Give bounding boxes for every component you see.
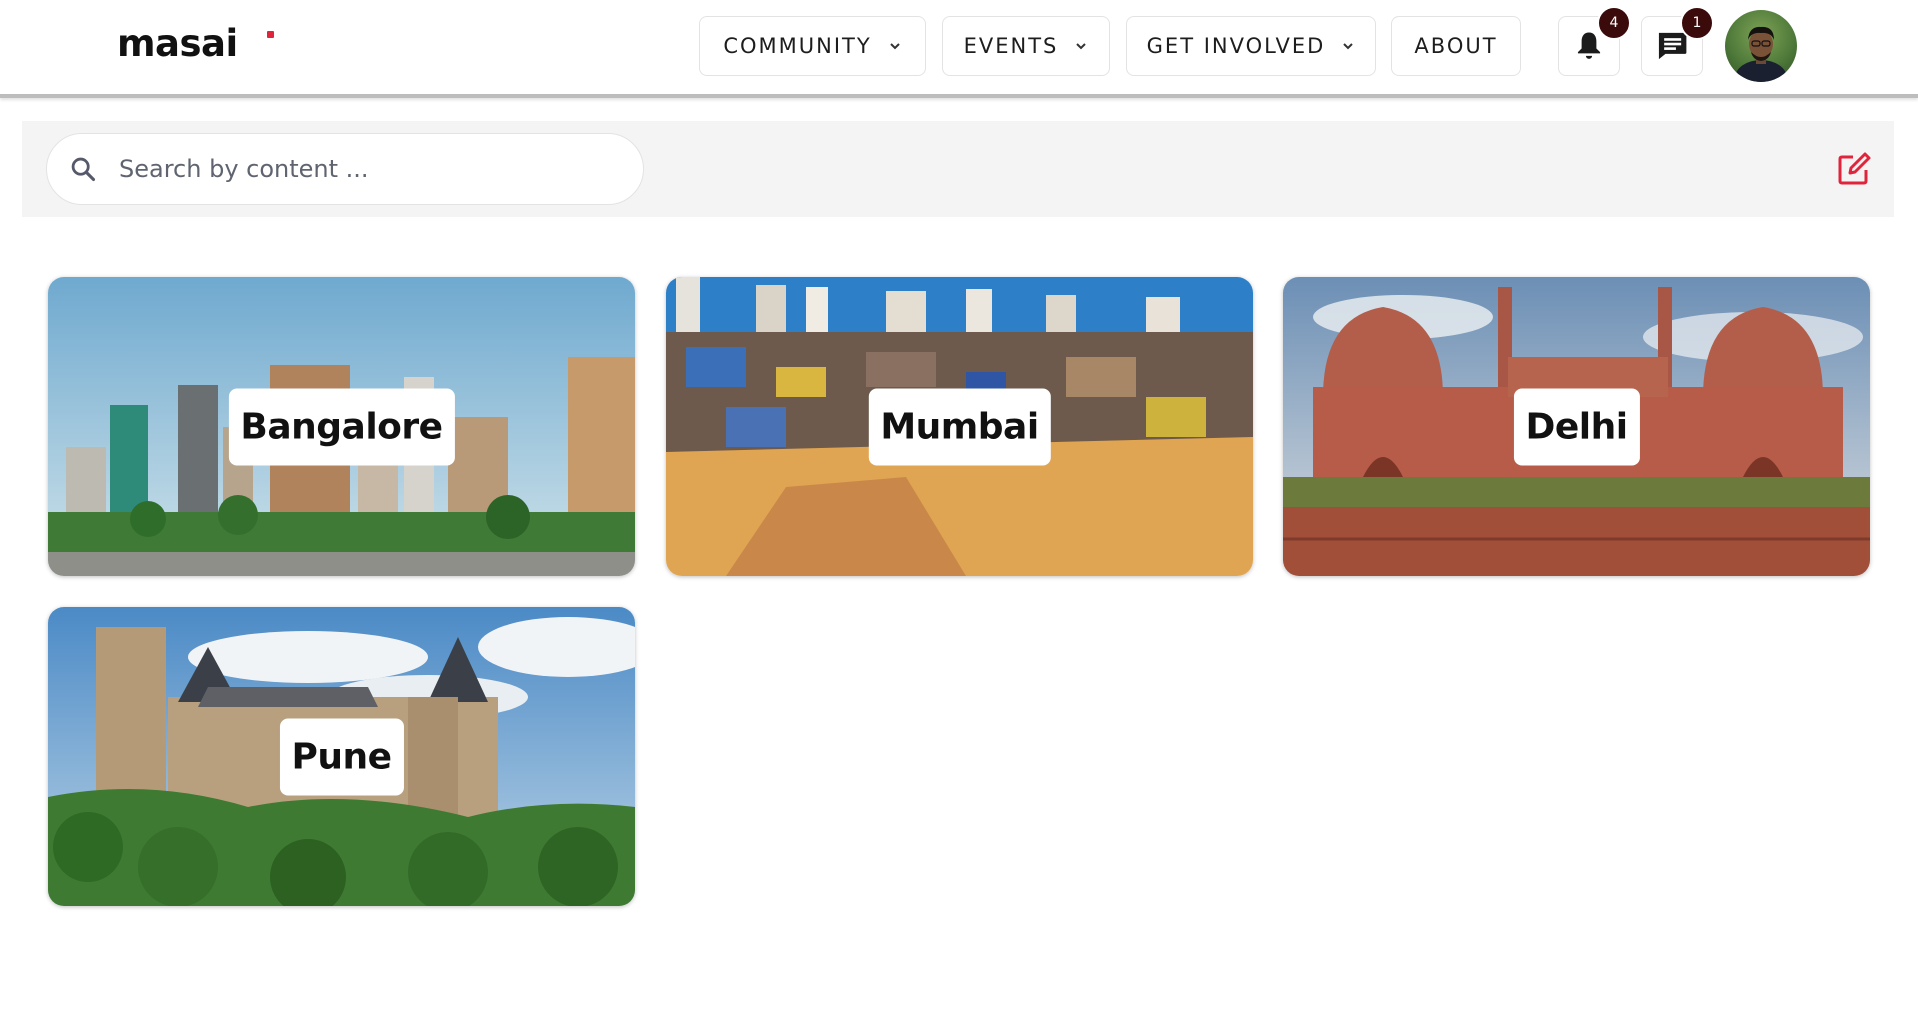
search-input[interactable] xyxy=(119,155,599,183)
search-icon xyxy=(71,157,96,182)
user-photo-icon xyxy=(1735,26,1787,82)
chevron-down-icon xyxy=(889,43,900,50)
top-nav-bar: masai COMMUNITY EVENTS GET INVOLVED ABOU… xyxy=(0,0,1918,98)
nav-about-button[interactable]: ABOUT xyxy=(1391,16,1521,76)
user-avatar[interactable] xyxy=(1725,10,1797,82)
logo-text: masai xyxy=(117,22,238,65)
city-card-pune[interactable]: Pune xyxy=(48,607,635,906)
chevron-down-icon xyxy=(1076,43,1087,50)
city-name-label: Bangalore xyxy=(228,388,455,465)
messages-button[interactable]: 1 xyxy=(1641,6,1714,76)
nav-community-label: COMMUNITY xyxy=(723,34,872,58)
notifications-button[interactable]: 4 xyxy=(1558,6,1631,76)
notifications-count-badge: 4 xyxy=(1597,6,1631,40)
nav-community-dropdown[interactable]: COMMUNITY xyxy=(699,16,926,76)
city-card-mumbai[interactable]: Mumbai xyxy=(666,277,1253,576)
nav-about-label: ABOUT xyxy=(1414,34,1498,58)
nav-get-involved-label: GET INVOLVED xyxy=(1146,34,1326,58)
search-toolbar xyxy=(22,121,1894,217)
nav-get-involved-dropdown[interactable]: GET INVOLVED xyxy=(1126,16,1376,76)
edit-icon xyxy=(1838,152,1871,185)
logo-red-dot xyxy=(267,31,274,38)
masai-logo[interactable]: masai xyxy=(117,22,274,65)
bell-icon xyxy=(1577,32,1601,59)
search-box[interactable] xyxy=(46,133,644,205)
messages-count-badge: 1 xyxy=(1680,6,1714,40)
city-name-label: Mumbai xyxy=(868,388,1051,465)
create-post-button[interactable] xyxy=(1836,151,1872,187)
nav-events-label: EVENTS xyxy=(963,34,1059,58)
city-name-label: Pune xyxy=(279,718,404,795)
city-card-bangalore[interactable]: Bangalore xyxy=(48,277,635,576)
city-name-label: Delhi xyxy=(1513,388,1640,465)
nav-events-dropdown[interactable]: EVENTS xyxy=(942,16,1110,76)
chevron-down-icon xyxy=(1343,43,1354,50)
city-card-delhi[interactable]: Delhi xyxy=(1283,277,1870,576)
